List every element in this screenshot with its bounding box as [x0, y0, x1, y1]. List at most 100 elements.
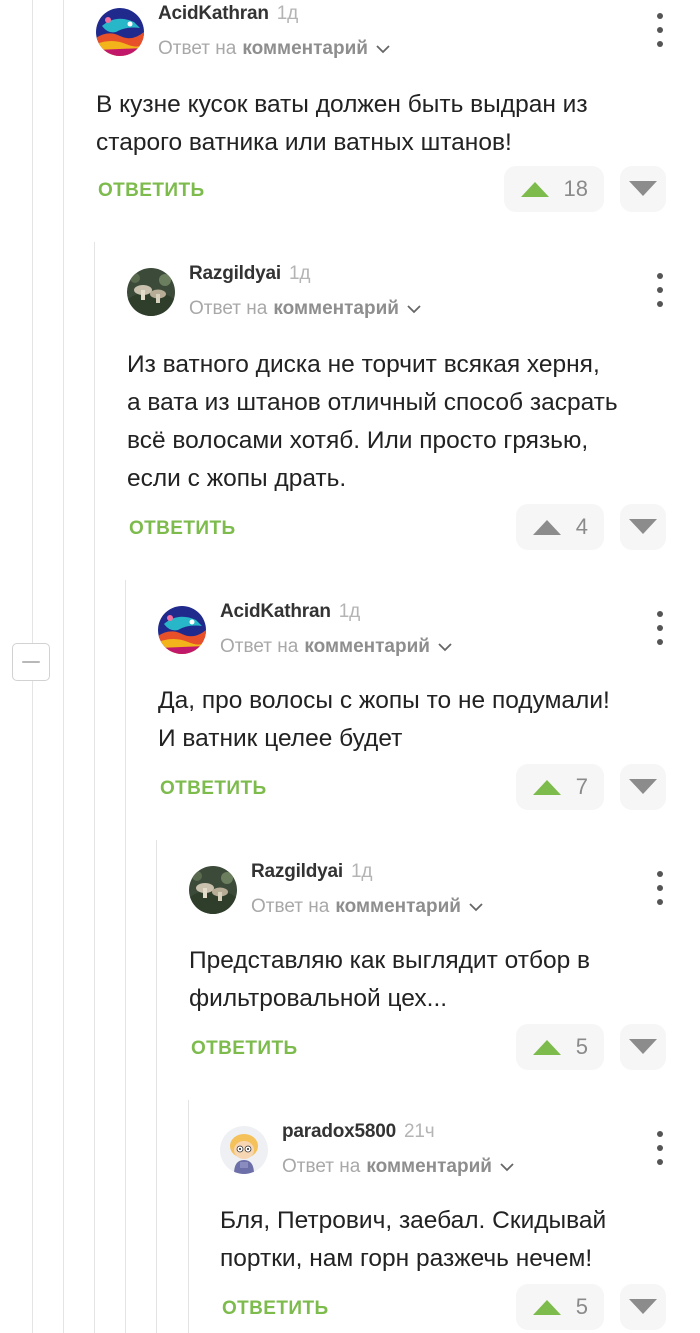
chevron-down-icon[interactable]	[469, 902, 483, 912]
comment-text: Бля, Петрович, заебал. Скидывай портки, …	[220, 1202, 606, 1278]
text-line: всё волосами хотяб. Или просто грязью,	[127, 427, 589, 454]
comment: paradox5800 21ч Ответ на комментарий Бля,…	[220, 1118, 700, 1333]
author-name[interactable]: AcidKathran	[220, 601, 331, 622]
comment-text: Да, про волосы с жопы то не подумали! И …	[158, 682, 610, 758]
downvote-button[interactable]	[620, 504, 666, 550]
chevron-down-icon[interactable]	[407, 304, 421, 314]
thread-line	[63, 0, 64, 1333]
comment-author[interactable]: AcidKathran 1д	[220, 601, 360, 623]
downvote-arrow-icon	[629, 181, 657, 196]
rating-count: 5	[575, 1294, 588, 1319]
downvote-button[interactable]	[620, 166, 666, 212]
reply-button[interactable]: ОТВЕТИТЬ	[222, 1298, 329, 1320]
thread-line	[94, 242, 95, 1333]
text-line: старого ватника или ватных штанов!	[96, 129, 512, 156]
cartoon-character-avatar-icon	[220, 1126, 268, 1174]
avatar[interactable]	[96, 8, 144, 56]
more-options-button[interactable]	[650, 273, 670, 307]
avatar[interactable]	[189, 866, 237, 914]
reply-to[interactable]: Ответ на комментарий	[158, 38, 390, 60]
comment: Razgildyai 1д Ответ на комментарий Из ват…	[127, 260, 700, 560]
rating-count: 7	[575, 774, 588, 799]
reply-to-target[interactable]: комментарий	[273, 298, 399, 320]
upvote-arrow-icon	[533, 1300, 561, 1315]
reply-to-label: Ответ на	[251, 896, 330, 917]
comment-time: 21ч	[403, 1121, 435, 1142]
comment-time: 1д	[276, 3, 299, 24]
downvote-arrow-icon	[629, 1299, 657, 1314]
collapse-thread-button[interactable]	[12, 643, 50, 681]
comment-text: В кузне кусок ваты должен быть выдран из…	[96, 86, 588, 162]
downvote-arrow-icon	[629, 1039, 657, 1054]
reply-to[interactable]: Ответ на комментарий	[189, 298, 421, 320]
colorful-bird-avatar-icon	[96, 8, 144, 56]
downvote-button[interactable]	[620, 1284, 666, 1330]
rating-count: 4	[575, 514, 588, 539]
reply-to-target[interactable]: комментарий	[304, 636, 430, 658]
avatar[interactable]	[158, 606, 206, 654]
reply-to-label: Ответ на	[220, 636, 299, 657]
more-options-button[interactable]	[650, 1131, 670, 1165]
comment-thread: AcidKathran 1д Ответ на комментарий В куз…	[0, 0, 700, 1333]
text-line: И ватник целее будет	[158, 725, 403, 752]
comment-time: 1д	[338, 601, 361, 622]
chevron-down-icon[interactable]	[500, 1162, 514, 1172]
rating-count: 5	[575, 1034, 588, 1059]
text-line: портки, нам горн разжечь нечем!	[220, 1245, 593, 1272]
reply-to-target[interactable]: комментарий	[366, 1156, 492, 1178]
author-name[interactable]: AcidKathran	[158, 3, 269, 24]
reply-button[interactable]: ОТВЕТИТЬ	[129, 518, 236, 540]
reply-button[interactable]: ОТВЕТИТЬ	[98, 180, 205, 202]
upvote-button[interactable]: 5	[516, 1284, 604, 1330]
reply-to-target[interactable]: комментарий	[335, 896, 461, 918]
comment-time: 1д	[288, 263, 311, 284]
reply-to[interactable]: Ответ на комментарий	[220, 636, 452, 658]
text-line: Бля, Петрович, заебал. Скидывай	[220, 1207, 607, 1234]
reply-to-label: Ответ на	[189, 298, 268, 319]
more-options-button[interactable]	[650, 13, 670, 47]
upvote-button[interactable]: 7	[516, 764, 604, 810]
text-line: Из ватного диска не торчит всякая херня,	[127, 351, 600, 378]
downvote-button[interactable]	[620, 1024, 666, 1070]
comment-author[interactable]: AcidKathran 1д	[158, 3, 298, 25]
upvote-button[interactable]: 5	[516, 1024, 604, 1070]
comment-text: Из ватного диска не торчит всякая херня,…	[127, 346, 618, 498]
author-name[interactable]: paradox5800	[282, 1121, 396, 1142]
more-options-button[interactable]	[650, 871, 670, 905]
upvote-arrow-icon	[533, 1040, 561, 1055]
upvote-button[interactable]: 18	[504, 166, 604, 212]
text-line: Да, про волосы с жопы то не подумали!	[158, 687, 610, 714]
downvote-arrow-icon	[629, 519, 657, 534]
upvote-arrow-icon	[533, 780, 561, 795]
text-line: фильтровальной цех...	[189, 985, 448, 1012]
text-line: а вата из штанов отличный способ засрать	[127, 389, 618, 416]
chevron-down-icon[interactable]	[376, 44, 390, 54]
mushroom-photo-avatar-icon	[189, 866, 237, 914]
reply-button[interactable]: ОТВЕТИТЬ	[160, 778, 267, 800]
comment-text: Представляю как выглядит отбор в фильтро…	[189, 942, 590, 1018]
downvote-button[interactable]	[620, 764, 666, 810]
comment: AcidKathran 1д Ответ на комментарий Да, п…	[158, 598, 700, 828]
reply-to[interactable]: Ответ на комментарий	[251, 896, 483, 918]
avatar[interactable]	[220, 1126, 268, 1174]
reply-to-label: Ответ на	[158, 38, 237, 59]
mushroom-photo-avatar-icon	[127, 268, 175, 316]
comment: Razgildyai 1д Ответ на комментарий Предст…	[189, 858, 700, 1088]
comment-author[interactable]: paradox5800 21ч	[282, 1121, 435, 1143]
comment-author[interactable]: Razgildyai 1д	[251, 861, 372, 883]
author-name[interactable]: Razgildyai	[251, 861, 343, 882]
chevron-down-icon[interactable]	[438, 642, 452, 652]
avatar[interactable]	[127, 268, 175, 316]
minus-icon	[22, 661, 40, 663]
comment-time: 1д	[350, 861, 373, 882]
reply-to-target[interactable]: комментарий	[242, 38, 368, 60]
more-options-button[interactable]	[650, 611, 670, 645]
author-name[interactable]: Razgildyai	[189, 263, 281, 284]
comment-author[interactable]: Razgildyai 1д	[189, 263, 310, 285]
reply-to[interactable]: Ответ на комментарий	[282, 1156, 514, 1178]
reply-button[interactable]: ОТВЕТИТЬ	[191, 1038, 298, 1060]
upvote-button[interactable]: 4	[516, 504, 604, 550]
colorful-bird-avatar-icon	[158, 606, 206, 654]
thread-line	[125, 580, 126, 1333]
text-line: В кузне кусок ваты должен быть выдран из	[96, 91, 588, 118]
